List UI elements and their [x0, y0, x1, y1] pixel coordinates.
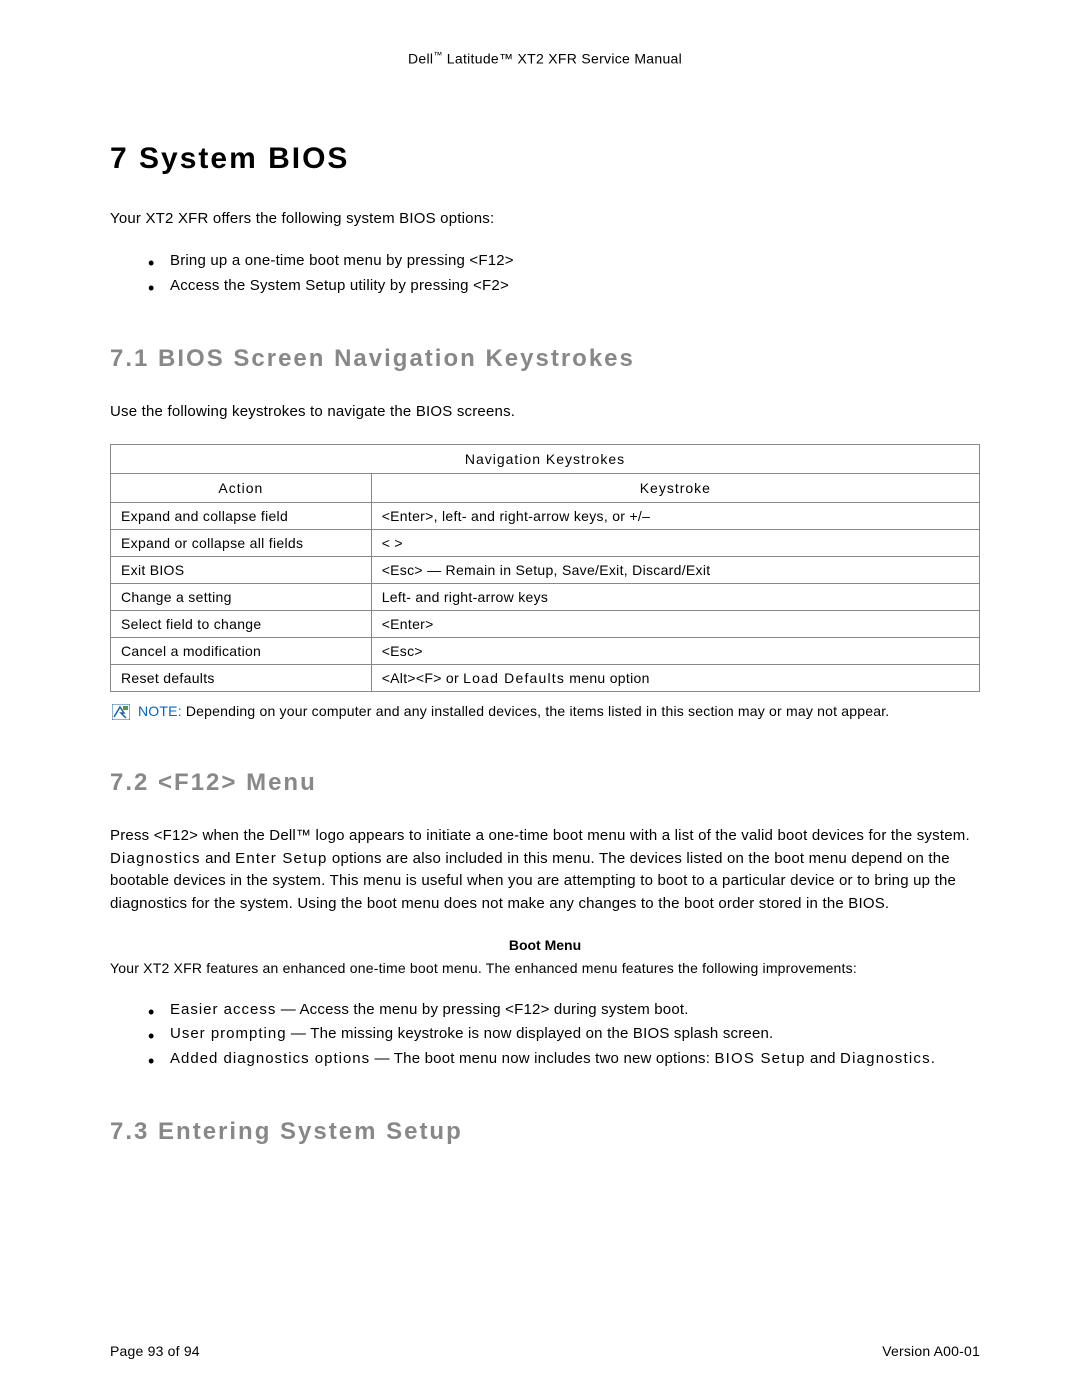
- cell-keystroke: <Esc>: [371, 637, 979, 664]
- header-brand: Dell: [408, 51, 433, 67]
- bold-text: Load Defaults: [463, 670, 565, 686]
- bullet-lead: Added diagnostics options: [170, 1050, 370, 1067]
- cell-action: Exit BIOS: [111, 556, 372, 583]
- text-span: and: [806, 1050, 840, 1067]
- text-span: Press <F12> when the Dell™ logo appears …: [110, 827, 970, 844]
- navigation-keystrokes-table: Navigation Keystrokes Action Keystroke E…: [110, 444, 980, 692]
- section-7-2-paragraph: Press <F12> when the Dell™ logo appears …: [110, 825, 980, 915]
- note-body: Depending on your computer and any insta…: [182, 703, 890, 719]
- section-heading-7-3: 7.3 Entering System Setup: [110, 1118, 980, 1146]
- list-item: Easier access — Access the menu by press…: [170, 999, 980, 1022]
- list-item: Access the System Setup utility by press…: [170, 275, 980, 298]
- table-row: Exit BIOS <Esc> — Remain in Setup, Save/…: [111, 556, 980, 583]
- cell-action: Reset defaults: [111, 664, 372, 691]
- bold-text: Diagnostics: [840, 1050, 931, 1067]
- text-span: .: [931, 1050, 935, 1067]
- version-label: Version A00-01: [882, 1343, 980, 1359]
- boot-menu-intro: Your XT2 XFR features an enhanced one-ti…: [110, 959, 980, 979]
- cell-action: Select field to change: [111, 610, 372, 637]
- bullet-rest: — Access the menu by pressing <F12> duri…: [276, 1001, 688, 1018]
- cell-keystroke: <Enter>: [371, 610, 979, 637]
- note-label: NOTE:: [138, 703, 182, 719]
- cell-action: Expand or collapse all fields: [111, 529, 372, 556]
- header-title: Latitude™ XT2 XFR Service Manual: [443, 51, 682, 67]
- text-span: and: [201, 850, 235, 867]
- cell-keystroke: <Esc> — Remain in Setup, Save/Exit, Disc…: [371, 556, 979, 583]
- table-row: Reset defaults <Alt><F> or Load Defaults…: [111, 664, 980, 691]
- section-heading-7-2: 7.2 <F12> Menu: [110, 769, 980, 797]
- list-item: Added diagnostics options — The boot men…: [170, 1048, 980, 1071]
- page-footer: Page 93 of 94 Version A00-01: [110, 1343, 980, 1359]
- list-item: Bring up a one-time boot menu by pressin…: [170, 250, 980, 273]
- list-item: User prompting — The missing keystroke i…: [170, 1023, 980, 1046]
- cell-action: Cancel a modification: [111, 637, 372, 664]
- cell-keystroke: <Enter>, left- and right-arrow keys, or …: [371, 502, 979, 529]
- note-block: NOTE: Depending on your computer and any…: [110, 702, 980, 722]
- tm-symbol: ™: [433, 50, 442, 60]
- table-header-keystroke: Keystroke: [371, 473, 979, 502]
- bold-text: Diagnostics: [110, 850, 201, 867]
- cell-action: Expand and collapse field: [111, 502, 372, 529]
- note-text: NOTE: Depending on your computer and any…: [138, 702, 889, 722]
- intro-bullet-list: Bring up a one-time boot menu by pressin…: [110, 250, 980, 297]
- text-span: <Alt><F> or: [382, 670, 463, 686]
- cell-keystroke: <Alt><F> or Load Defaults menu option: [371, 664, 979, 691]
- chapter-title: 7 System BIOS: [110, 142, 980, 176]
- text-span: menu option: [565, 670, 650, 686]
- section-7-1-intro: Use the following keystrokes to navigate…: [110, 401, 980, 424]
- bullet-lead: Easier access: [170, 1001, 276, 1018]
- intro-paragraph: Your XT2 XFR offers the following system…: [110, 208, 980, 231]
- table-row: Change a setting Left- and right-arrow k…: [111, 583, 980, 610]
- table-row: Expand or collapse all fields < >: [111, 529, 980, 556]
- boot-menu-bullet-list: Easier access — Access the menu by press…: [110, 999, 980, 1071]
- boot-menu-title: Boot Menu: [110, 937, 980, 953]
- cell-action: Change a setting: [111, 583, 372, 610]
- table-row: Expand and collapse field <Enter>, left-…: [111, 502, 980, 529]
- page-header: Dell™ Latitude™ XT2 XFR Service Manual: [110, 50, 980, 67]
- bullet-lead: User prompting: [170, 1025, 287, 1042]
- table-header-action: Action: [111, 473, 372, 502]
- note-icon: [112, 704, 130, 720]
- table-row: Cancel a modification <Esc>: [111, 637, 980, 664]
- bullet-rest: — The missing keystroke is now displayed…: [287, 1025, 774, 1042]
- cell-keystroke: < >: [371, 529, 979, 556]
- table-title: Navigation Keystrokes: [111, 444, 980, 473]
- page-number: Page 93 of 94: [110, 1343, 200, 1359]
- text-span: — The boot menu now includes two new opt…: [370, 1050, 714, 1067]
- bold-text: Enter Setup: [235, 850, 327, 867]
- section-heading-7-1: 7.1 BIOS Screen Navigation Keystrokes: [110, 345, 980, 373]
- table-row: Select field to change <Enter>: [111, 610, 980, 637]
- cell-keystroke: Left- and right-arrow keys: [371, 583, 979, 610]
- bold-text: BIOS Setup: [714, 1050, 805, 1067]
